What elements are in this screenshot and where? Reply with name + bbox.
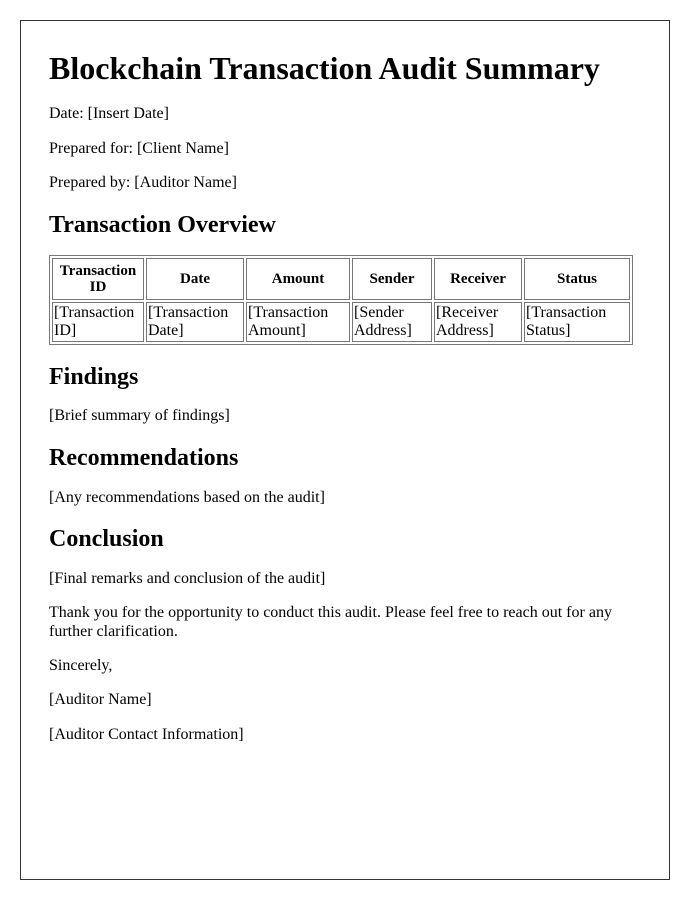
prepared-by-line: Prepared by: [Auditor Name] <box>49 174 237 192</box>
column-header-status: Status <box>524 258 630 301</box>
date-line: Date: [Insert Date] <box>49 105 169 123</box>
conclusion-heading: Conclusion <box>49 525 164 552</box>
signer-name: [Auditor Name] <box>49 691 152 709</box>
table-header-row: Transaction ID Date Amount Sender Receiv… <box>52 258 630 301</box>
cell-status: [Transaction Status] <box>524 302 630 342</box>
thank-you-text: Thank you for the opportunity to conduct… <box>49 604 612 640</box>
cell-sender: [Sender Address] <box>352 302 432 342</box>
document-title: Blockchain Transaction Audit Summary <box>49 50 600 86</box>
conclusion-text: [Final remarks and conclusion of the aud… <box>49 569 326 587</box>
column-header-receiver: Receiver <box>434 258 522 301</box>
column-header-amount: Amount <box>246 258 350 301</box>
overview-heading: Transaction Overview <box>49 211 276 238</box>
document-page: Blockchain Transaction Audit Summary Dat… <box>20 20 670 880</box>
transaction-table: Transaction ID Date Amount Sender Receiv… <box>49 255 633 345</box>
findings-heading: Findings <box>49 363 139 390</box>
closing-salutation: Sincerely, <box>49 656 113 674</box>
column-header-sender: Sender <box>352 258 432 301</box>
column-header-transaction-id: Transaction ID <box>52 258 144 301</box>
recommendations-heading: Recommendations <box>49 444 239 471</box>
signer-contact: [Auditor Contact Information] <box>49 725 244 743</box>
cell-transaction-id: [Transaction ID] <box>52 302 144 342</box>
column-header-date: Date <box>146 258 244 301</box>
recommendations-text: [Any recommendations based on the audit] <box>49 488 325 506</box>
prepared-for-line: Prepared for: [Client Name] <box>49 139 229 157</box>
cell-receiver: [Receiver Address] <box>434 302 522 342</box>
table-row: [Transaction ID] [Transaction Date] [Tra… <box>52 302 630 342</box>
cell-date: [Transaction Date] <box>146 302 244 342</box>
cell-amount: [Transaction Amount] <box>246 302 350 342</box>
findings-text: [Brief summary of findings] <box>49 407 230 425</box>
